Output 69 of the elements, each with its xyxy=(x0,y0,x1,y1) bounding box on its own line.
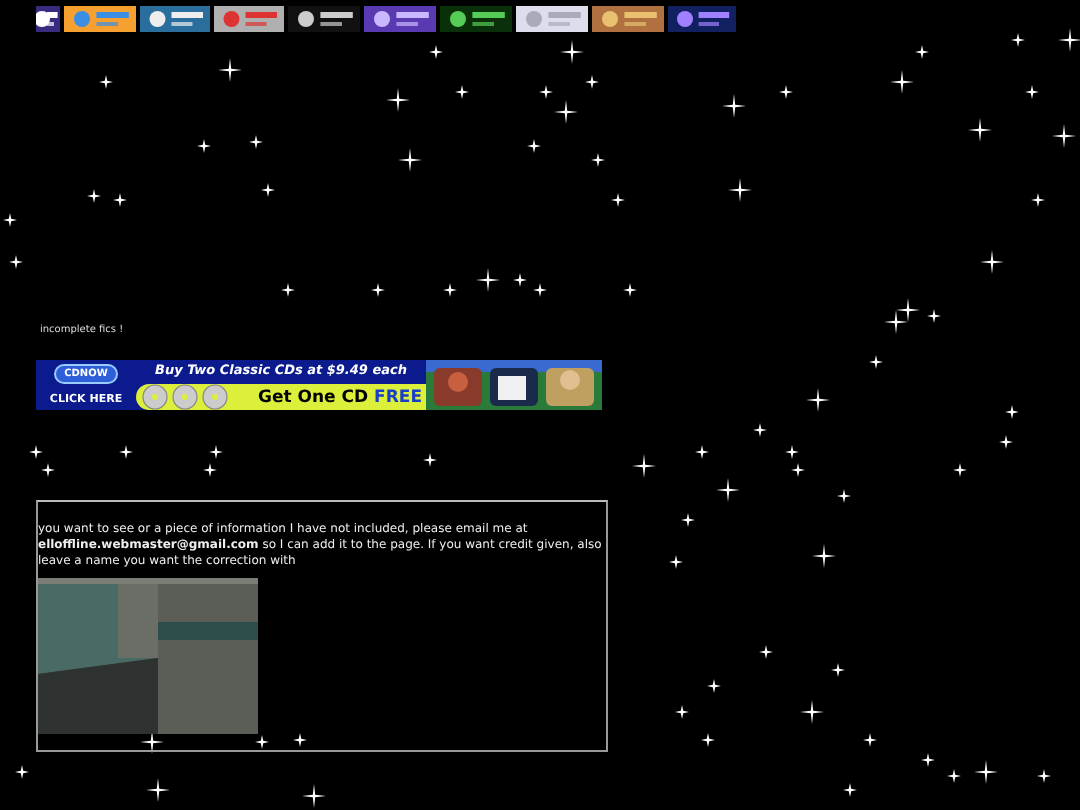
star-icon xyxy=(99,75,113,89)
star-icon xyxy=(695,445,709,459)
star-icon xyxy=(980,250,1004,274)
star-icon xyxy=(9,255,23,269)
star-icon xyxy=(560,40,584,64)
star-icon xyxy=(812,544,836,568)
star-icon xyxy=(681,513,695,527)
star-icon xyxy=(3,213,17,227)
star-icon xyxy=(779,85,793,99)
star-icon xyxy=(443,283,457,297)
star-icon xyxy=(632,454,656,478)
star-icon xyxy=(1031,193,1045,207)
star-icon xyxy=(255,735,269,749)
star-icon xyxy=(890,70,914,94)
offer-text: Get One CD FREE xyxy=(258,387,422,407)
star-icon xyxy=(753,423,767,437)
star-icon xyxy=(843,783,857,797)
star-icon xyxy=(800,700,824,724)
star-icon xyxy=(591,153,605,167)
star-icon xyxy=(611,193,625,207)
star-icon xyxy=(728,178,752,202)
star-icon xyxy=(968,118,992,142)
star-icon xyxy=(585,75,599,89)
star-icon xyxy=(1005,405,1019,419)
star-icon xyxy=(837,489,851,503)
star-icon xyxy=(146,778,170,802)
star-icon xyxy=(831,663,845,677)
star-icon xyxy=(249,135,263,149)
star-icon xyxy=(15,765,29,779)
star-icon xyxy=(197,139,211,153)
star-icon xyxy=(927,309,941,323)
cd-icon xyxy=(172,384,198,410)
star-icon xyxy=(974,760,998,784)
star-icon xyxy=(1037,769,1051,783)
star-icon xyxy=(896,298,920,322)
star-icon xyxy=(623,283,637,297)
star-icon xyxy=(119,445,133,459)
star-icon xyxy=(915,45,929,59)
star-icon xyxy=(1025,85,1039,99)
star-icon xyxy=(293,733,307,747)
star-icon xyxy=(707,679,721,693)
star-icon xyxy=(281,283,295,297)
star-icon xyxy=(806,388,830,412)
cd-icon xyxy=(142,384,168,410)
star-icon xyxy=(302,784,326,808)
star-icon xyxy=(863,733,877,747)
star-icon xyxy=(398,148,422,172)
star-icon xyxy=(716,478,740,502)
star-icon xyxy=(423,453,437,467)
star-icon xyxy=(476,268,500,292)
star-icon xyxy=(869,355,883,369)
star-icon xyxy=(1052,124,1076,148)
star-icon xyxy=(669,555,683,569)
star-icon xyxy=(884,310,908,334)
star-icon xyxy=(140,730,164,754)
star-icon xyxy=(999,435,1013,449)
star-icon xyxy=(527,139,541,153)
star-icon xyxy=(1058,28,1080,52)
star-icon xyxy=(759,645,773,659)
star-icon xyxy=(722,94,746,118)
star-icon xyxy=(218,58,242,82)
star-icon xyxy=(429,45,443,59)
cd-icon xyxy=(202,384,228,410)
star-icon xyxy=(953,463,967,477)
star-icon xyxy=(1011,33,1025,47)
star-icon xyxy=(371,283,385,297)
star-icon xyxy=(386,88,410,112)
star-icon xyxy=(261,183,275,197)
star-icon xyxy=(455,85,469,99)
